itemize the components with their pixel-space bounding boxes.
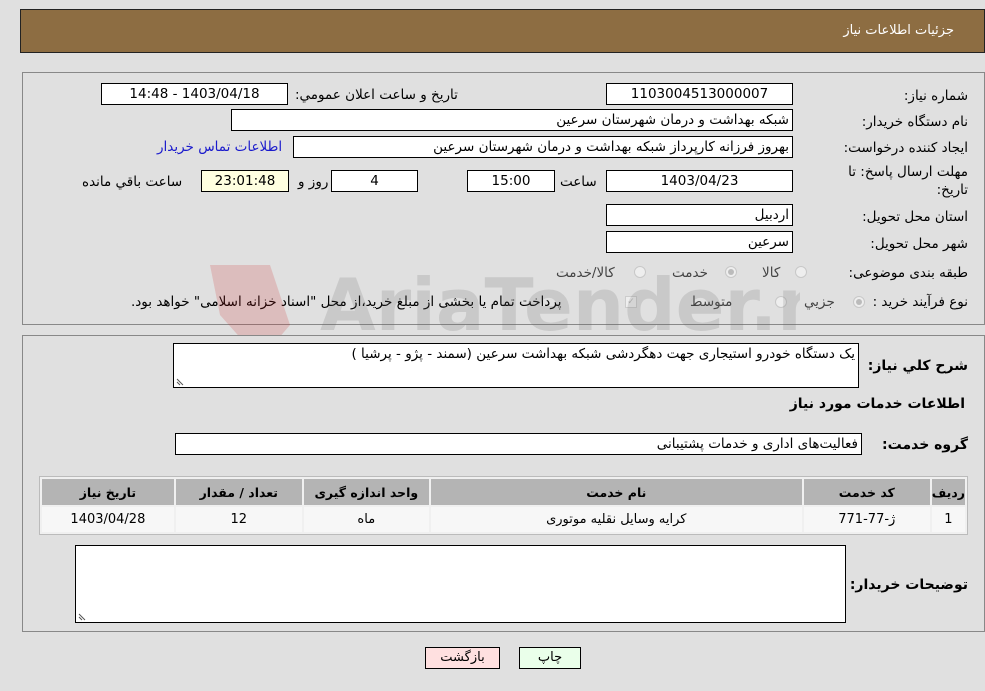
buyer-notes-textarea[interactable] <box>75 545 846 623</box>
process-label: نوع فرآيند خريد : <box>872 294 968 310</box>
print-button[interactable]: چاپ <box>519 647 581 669</box>
summary-label: شرح کلي نياز: <box>867 358 968 374</box>
buyer-contact-link[interactable]: اطلاعات تماس خريدار <box>157 139 282 155</box>
remaining-time-field: 23:01:48 <box>201 170 289 192</box>
back-button[interactable]: بازگشت <box>425 647 500 669</box>
category-option-goods: کالا <box>762 265 781 281</box>
table-row: 1 ژ-77-771 کرايه وسايل نقليه موتوری ماه … <box>42 507 965 532</box>
cell-service-code: ژ-77-771 <box>803 507 930 532</box>
buyer-org-label: نام دستگاه خريدار: <box>861 114 968 130</box>
category-option-service: خدمت <box>672 265 708 281</box>
category-label: طبقه بندی موضوعی: <box>848 265 968 281</box>
treasury-note: پرداخت تمام يا بخشی از مبلغ خريد،از محل … <box>131 294 562 310</box>
category-radio-service[interactable] <box>725 266 737 278</box>
treasury-checkbox[interactable]: ✓ <box>625 296 637 308</box>
process-option-minor: جزيي <box>804 294 835 310</box>
col-need-date: تاريخ نياز <box>42 479 174 505</box>
table-header-row: رديف کد خدمت نام خدمت واحد اندازه گيری ت… <box>42 479 965 505</box>
process-option-medium: متوسط <box>690 294 733 310</box>
announce-label: تاريخ و ساعت اعلان عمومي: <box>295 87 458 103</box>
announce-datetime-field[interactable]: 1403/04/18 - 14:48 <box>101 83 288 105</box>
page-header: جزئيات اطلاعات نياز <box>20 9 985 53</box>
deadline-time-field[interactable]: 15:00 <box>467 170 555 192</box>
need-number-label: شماره نياز: <box>903 88 968 104</box>
deadline-label: مهلت ارسال پاسخ: تا <box>848 164 968 180</box>
city-label: شهر محل تحويل: <box>870 236 968 252</box>
creator-label: ايجاد کننده درخواست: <box>843 140 968 156</box>
days-label: روز و <box>298 174 329 190</box>
summary-textarea[interactable]: يک دستگاه خودرو استيجاری جهت دهگردشی شبک… <box>173 343 859 388</box>
remaining-days-field[interactable]: 4 <box>331 170 418 192</box>
process-radio-medium[interactable] <box>775 296 787 308</box>
process-radio-minor[interactable] <box>853 296 865 308</box>
service-group-field[interactable]: فعاليت‌های اداری و خدمات پشتيبانی <box>175 433 862 455</box>
buyer-org-field[interactable]: شبکه بهداشت و درمان شهرستان سرعين <box>231 109 793 131</box>
services-heading: اطلاعات خدمات مورد نياز <box>789 396 965 412</box>
cell-need-date: 1403/04/28 <box>42 507 174 532</box>
city-field[interactable]: سرعين <box>606 231 793 253</box>
cell-row-number: 1 <box>931 507 965 532</box>
buyer-notes-label: توضيحات خريدار: <box>849 577 968 593</box>
cell-service-name: کرايه وسايل نقليه موتوری <box>430 507 802 532</box>
category-radio-goods-service[interactable] <box>634 266 646 278</box>
cell-quantity: 12 <box>175 507 302 532</box>
col-row-number: رديف <box>931 479 965 505</box>
cell-unit: ماه <box>303 507 429 532</box>
deadline-date-field[interactable]: 1403/04/23 <box>606 170 793 192</box>
need-number-field[interactable]: 1103004513000007 <box>606 83 793 105</box>
col-quantity: تعداد / مقدار <box>175 479 302 505</box>
deadline-time-label: ساعت <box>560 174 597 190</box>
province-field[interactable]: اردبيل <box>606 204 793 226</box>
col-unit: واحد اندازه گيری <box>303 479 429 505</box>
deadline-label-date: تاريخ: <box>936 182 968 198</box>
services-table-wrap: رديف کد خدمت نام خدمت واحد اندازه گيری ت… <box>39 476 968 535</box>
resize-grip-icon[interactable] <box>78 613 86 621</box>
province-label: استان محل تحويل: <box>862 209 968 225</box>
summary-text: يک دستگاه خودرو استيجاری جهت دهگردشی شبک… <box>351 346 856 362</box>
resize-grip-icon[interactable] <box>176 378 184 386</box>
col-service-code: کد خدمت <box>803 479 930 505</box>
col-service-name: نام خدمت <box>430 479 802 505</box>
services-table: رديف کد خدمت نام خدمت واحد اندازه گيری ت… <box>39 476 968 535</box>
page-title: جزئيات اطلاعات نياز <box>843 23 954 38</box>
category-option-goods-service: کالا/خدمت <box>556 265 615 281</box>
service-group-label: گروه خدمت: <box>882 437 968 453</box>
category-radio-goods[interactable] <box>795 266 807 278</box>
remaining-label: ساعت باقي مانده <box>82 174 183 190</box>
creator-field[interactable]: بهروز فرزانه کارپرداز شبکه بهداشت و درما… <box>293 136 793 158</box>
